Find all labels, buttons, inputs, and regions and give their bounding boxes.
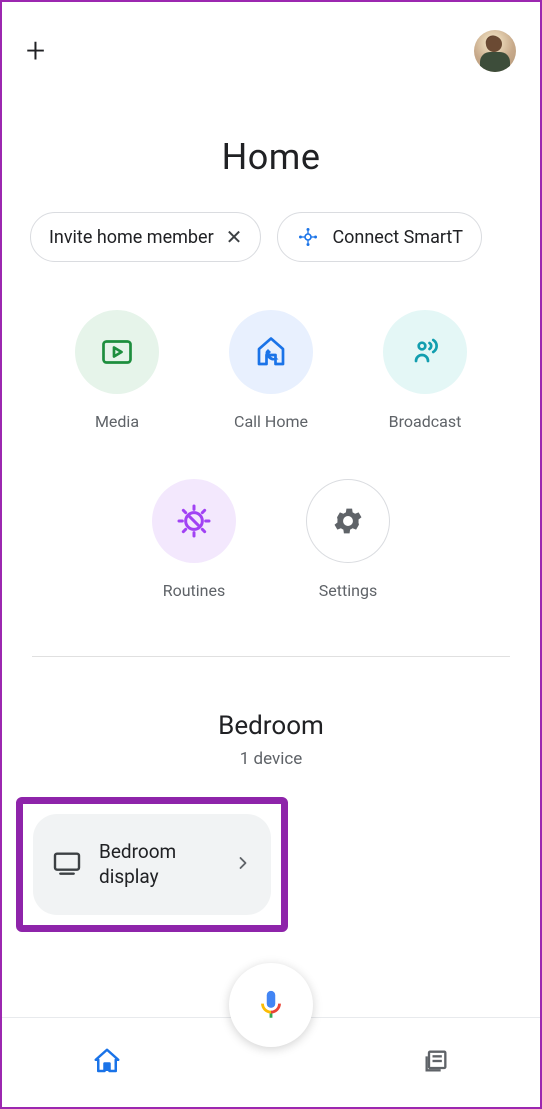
action-call-home[interactable]: Call Home: [226, 310, 316, 431]
nav-feed[interactable]: [422, 1047, 450, 1079]
smartthings-icon: [296, 225, 320, 249]
home-icon: [92, 1046, 122, 1076]
chip-connect-smartthings[interactable]: Connect SmartT: [277, 212, 482, 262]
close-icon[interactable]: ✕: [226, 225, 243, 249]
action-label: Media: [95, 412, 139, 431]
profile-avatar[interactable]: [474, 30, 516, 72]
action-label: Settings: [319, 581, 377, 600]
action-media[interactable]: Media: [72, 310, 162, 431]
action-label: Routines: [163, 581, 226, 600]
annotation-highlight: Bedroom display: [16, 797, 288, 932]
chip-invite-home-member[interactable]: Invite home member ✕: [30, 212, 261, 262]
section-divider: [32, 656, 510, 657]
broadcast-icon: [383, 310, 467, 394]
chip-label: Connect SmartT: [332, 227, 463, 248]
page-title: Home: [2, 136, 540, 178]
room-device-count: 1 device: [2, 749, 540, 769]
assistant-mic-button[interactable]: [229, 963, 313, 1047]
nav-home[interactable]: [92, 1046, 122, 1080]
room-title: Bedroom: [2, 711, 540, 741]
chip-label: Invite home member: [49, 227, 214, 248]
routines-icon: [152, 479, 236, 563]
media-icon: [75, 310, 159, 394]
call-home-icon: [229, 310, 313, 394]
settings-icon: [306, 479, 390, 563]
action-label: Broadcast: [389, 412, 462, 431]
action-broadcast[interactable]: Broadcast: [380, 310, 470, 431]
mic-icon: [254, 988, 288, 1022]
display-icon: [51, 847, 83, 883]
action-label: Call Home: [234, 412, 308, 431]
chevron-right-icon: [233, 853, 253, 877]
add-button[interactable]: +: [26, 34, 45, 68]
device-card-bedroom-display[interactable]: Bedroom display: [33, 814, 271, 915]
device-name: Bedroom display: [99, 840, 217, 889]
action-settings[interactable]: Settings: [303, 479, 393, 600]
action-routines[interactable]: Routines: [149, 479, 239, 600]
suggestion-chips: Invite home member ✕ Connect SmartT: [2, 178, 540, 262]
feed-icon: [422, 1047, 450, 1075]
